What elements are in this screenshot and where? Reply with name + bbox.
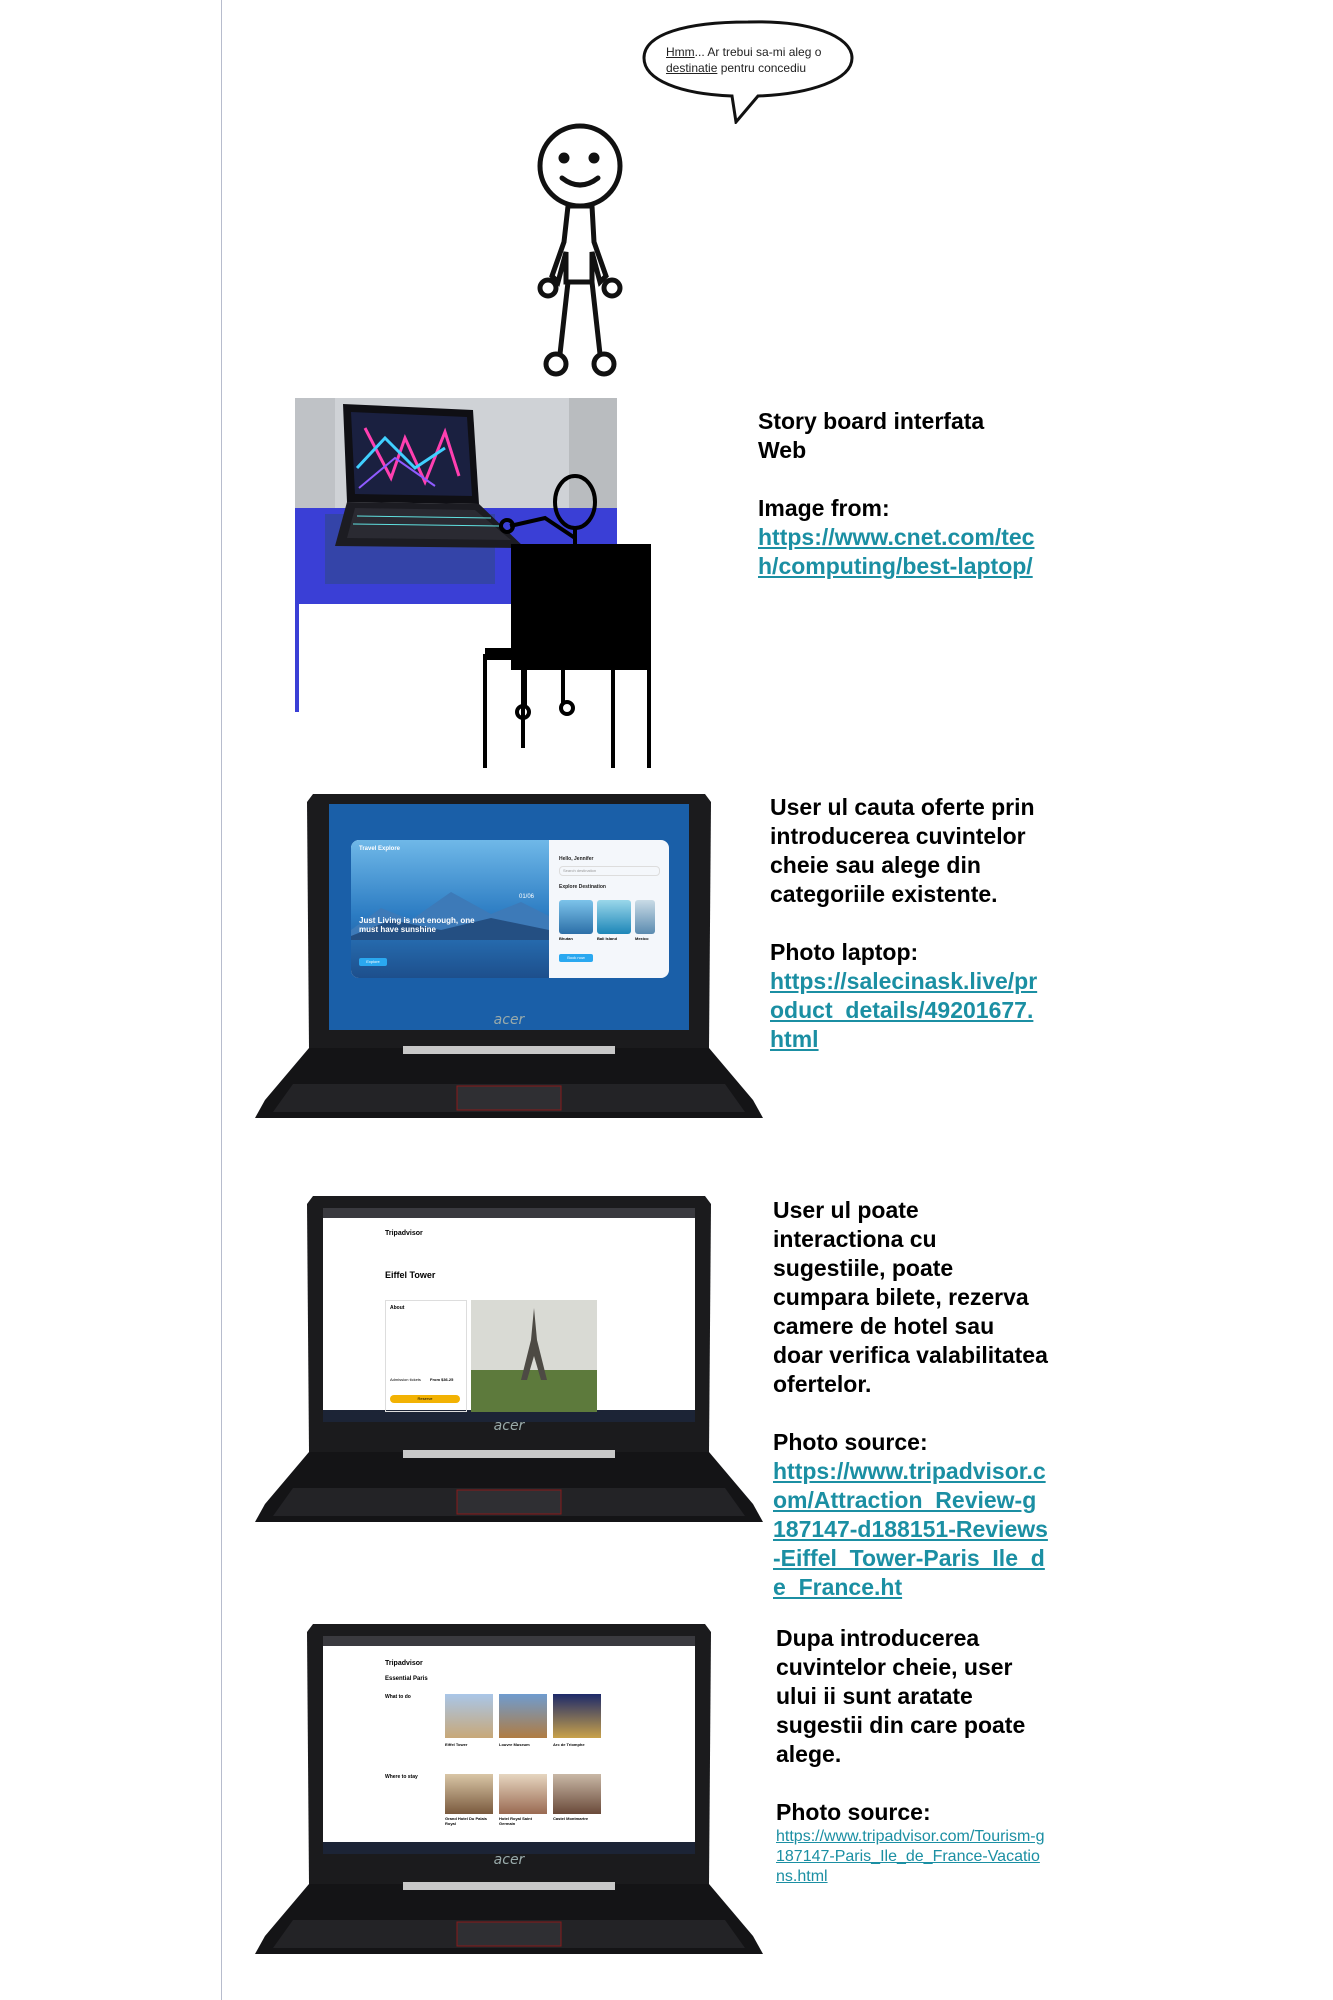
section4-text: Dupa introducerea cuvintelor cheie, user… bbox=[776, 1625, 1026, 1767]
section4-photo-label: Photo source: bbox=[776, 1799, 931, 1825]
section1-title-line1: Story board interfata bbox=[758, 408, 985, 434]
section3-caption: User ul poate interactiona cu sugestiile… bbox=[773, 1196, 1048, 1602]
tripadvisor-logo-2[interactable]: Tripadvisor bbox=[385, 1660, 423, 1667]
what-to-do-label: What to do bbox=[385, 1694, 411, 1700]
card-louvre-image[interactable] bbox=[499, 1694, 547, 1738]
reserve-button[interactable]: Reserve bbox=[390, 1395, 460, 1403]
about-box: About Admission tickets From $36.25 Rese… bbox=[385, 1300, 467, 1412]
section3-text: User ul poate interactiona cu sugestiile… bbox=[773, 1197, 1048, 1397]
card-arc-image[interactable] bbox=[553, 1694, 601, 1738]
section1-image-label: Image from: bbox=[758, 495, 890, 521]
travel-card-3-image[interactable] bbox=[635, 900, 655, 934]
section1-title-line2: Web bbox=[758, 437, 807, 463]
section2-link[interactable]: https://salecinask.live/product_details/… bbox=[770, 968, 1037, 1052]
card-eiffel-label: Eiffel Tower bbox=[445, 1742, 468, 1747]
about-label: About bbox=[390, 1305, 405, 1311]
section4-caption: Dupa introducerea cuvintelor cheie, user… bbox=[776, 1624, 1046, 1887]
laptop-3: acer Tripadvisor Essential Paris What to… bbox=[253, 1618, 765, 1964]
essential-paris-title: Essential Paris bbox=[385, 1676, 428, 1682]
section2-photo-label: Photo laptop: bbox=[770, 939, 919, 965]
section1-link[interactable]: https://www.cnet.com/tech/computing/best… bbox=[758, 524, 1034, 579]
price-value: From $36.25 bbox=[430, 1377, 454, 1382]
bubble-text-1: ... Ar trebui sa-mi aleg o bbox=[694, 45, 822, 59]
travel-search-input[interactable]: Search destination bbox=[559, 866, 660, 876]
card-hotel-2-image[interactable] bbox=[499, 1774, 547, 1814]
travel-section-title: Explore Destination bbox=[559, 884, 606, 890]
bubble-underlined-2: destinatie bbox=[666, 61, 718, 75]
laptop-2-brand: acer bbox=[494, 1418, 526, 1434]
section4-link[interactable]: https://www.tripadvisor.com/Tourism-g187… bbox=[776, 1827, 1046, 1887]
travel-brand: Travel Explore bbox=[359, 846, 401, 852]
section2-text: User ul cauta oferte prin introducerea c… bbox=[770, 794, 1035, 907]
card-hotel-1-label: Grand Hotel Du Palais Royal bbox=[445, 1816, 488, 1826]
laptop-1-brand: acer bbox=[494, 1012, 526, 1028]
laptop-2: acer Tripadvisor Eiffel Tower About Admi… bbox=[253, 1190, 765, 1530]
tripadvisor-logo-1[interactable]: Tripadvisor bbox=[385, 1230, 423, 1237]
card-hotel-1-image[interactable] bbox=[445, 1774, 493, 1814]
bubble-underlined-1: Hmm bbox=[666, 45, 695, 59]
laptop-desk-illustration bbox=[295, 398, 651, 768]
travel-headline: Just Living is not enough, one must have… bbox=[359, 916, 475, 934]
travel-explore-button[interactable]: Explore bbox=[359, 958, 387, 966]
travel-side-panel: Hello, Jennifer Search destination Explo… bbox=[555, 848, 665, 974]
section1-caption: Story board interfata Web Image from: ht… bbox=[758, 407, 1048, 581]
laptop-3-brand: acer bbox=[494, 1852, 526, 1868]
page-margin-line bbox=[221, 0, 222, 2000]
card-eiffel-image[interactable] bbox=[445, 1694, 493, 1738]
stick-figure bbox=[537, 123, 623, 377]
card-hotel-3-image[interactable] bbox=[553, 1774, 601, 1814]
card-arc-label: Arc de Triomphe bbox=[553, 1742, 585, 1747]
slide-counter: 01/06 bbox=[519, 894, 535, 900]
travel-card-1-label: Bhutan bbox=[559, 936, 573, 941]
travel-hero: Travel Explore Just Living is not enough… bbox=[351, 840, 549, 978]
card-hotel-2-label: Hotel Royal Saint Germain bbox=[499, 1816, 532, 1826]
bubble-text-2: pentru concediu bbox=[717, 61, 807, 75]
travel-card-2-image[interactable] bbox=[597, 900, 631, 934]
travel-card-3-label: Mexico bbox=[635, 936, 649, 941]
card-louvre-label: Louvre Museum bbox=[499, 1742, 530, 1747]
section2-caption: User ul cauta oferte prin introducerea c… bbox=[770, 793, 1040, 1054]
eiffel-tower-photo bbox=[471, 1300, 597, 1412]
travel-card-1-image[interactable] bbox=[559, 900, 593, 934]
speech-bubble-text: Hmm... Ar trebui sa-mi aleg o destinatie… bbox=[666, 44, 846, 76]
where-to-stay-label: Where to stay bbox=[385, 1774, 418, 1780]
card-hotel-3-label: Castel Montmartre bbox=[553, 1816, 589, 1821]
attraction-title: Eiffel Tower bbox=[385, 1270, 436, 1280]
travel-greeting: Hello, Jennifer bbox=[559, 856, 594, 862]
section3-photo-label: Photo source: bbox=[773, 1429, 928, 1455]
travel-card-2-label: Bali Island bbox=[597, 936, 618, 941]
laptop-1: acer Travel Explore Just Living is not e… bbox=[253, 788, 765, 1128]
travel-book-button[interactable]: Book now bbox=[559, 954, 593, 962]
section3-link[interactable]: https://www.tripadvisor.com/Attraction_R… bbox=[773, 1458, 1048, 1600]
price-label: Admission tickets bbox=[390, 1377, 421, 1382]
travel-app-screen: Travel Explore Just Living is not enough… bbox=[351, 840, 669, 978]
